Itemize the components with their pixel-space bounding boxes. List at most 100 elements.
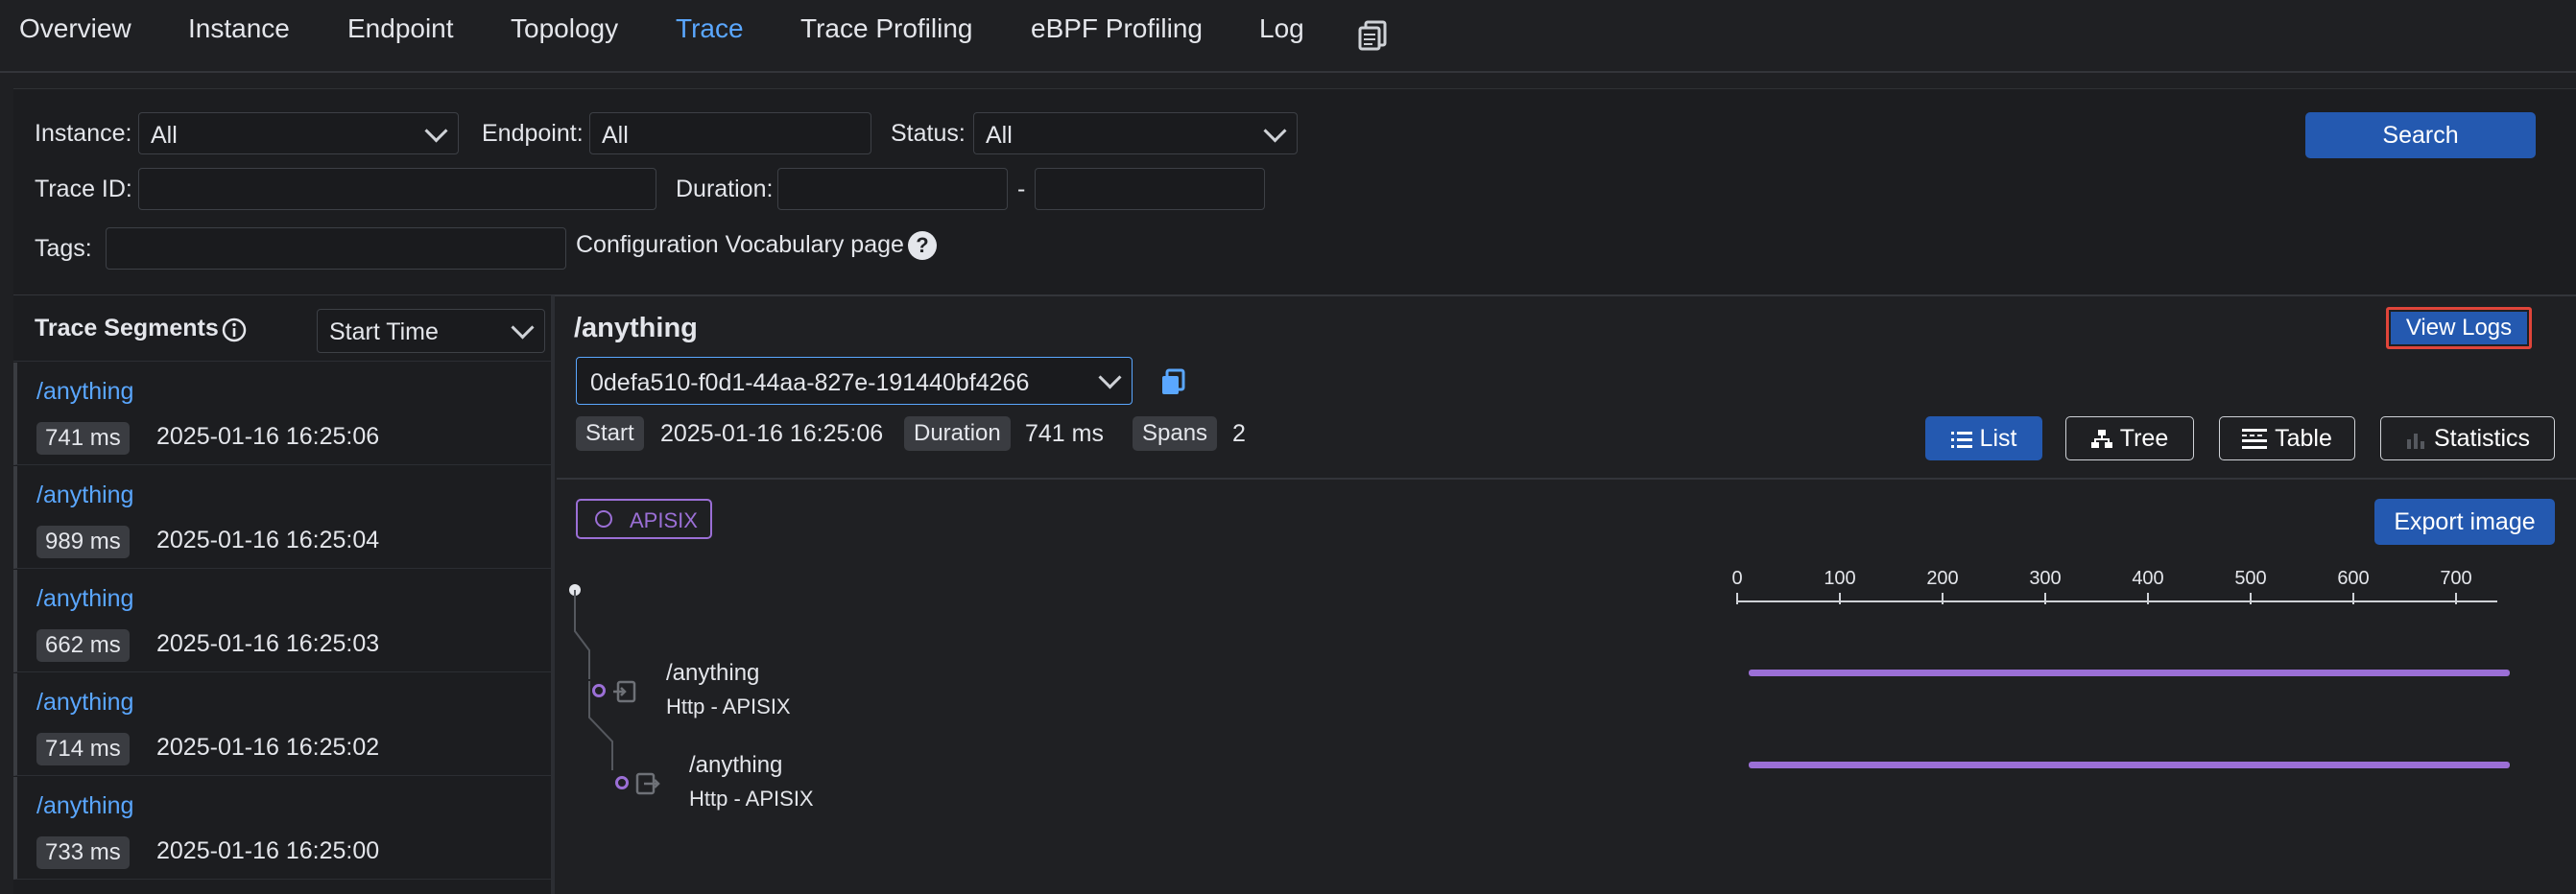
span-dot	[614, 775, 630, 795]
circle-icon	[595, 510, 612, 528]
tree-view-label: Tree	[2119, 425, 2169, 452]
tab-ebpf-profiling[interactable]: eBPF Profiling	[1031, 13, 1203, 44]
duration-badge: 714 ms	[36, 733, 130, 765]
span-name[interactable]: /anything	[689, 752, 782, 779]
chevron-down-icon	[1098, 365, 1122, 389]
axis-tick-label: 400	[2132, 568, 2164, 589]
tree-view-button[interactable]: Tree	[2065, 416, 2194, 460]
duration-tag: Duration	[904, 416, 1011, 451]
sort-value: Start Time	[329, 318, 439, 345]
segment-time: 2025-01-16 16:25:00	[156, 837, 380, 864]
sort-select[interactable]: Start Time	[317, 309, 545, 353]
table-view-label: Table	[2275, 425, 2332, 452]
duration-label: Duration:	[676, 176, 774, 202]
entry-span-icon	[612, 679, 637, 709]
list-item[interactable]: /anything 714 ms 2025-01-16 16:25:02	[13, 673, 555, 776]
vocabulary-link-text: Configuration Vocabulary page	[576, 231, 904, 258]
trace-id-select[interactable]: 0defa510-f0d1-44aa-827e-191440bf4266	[576, 357, 1133, 405]
vocabulary-link[interactable]: Configuration Vocabulary page?	[576, 231, 937, 261]
list-item[interactable]: /anything 989 ms 2025-01-16 16:25:04	[13, 466, 555, 569]
list-item[interactable]: /anything 741 ms 2025-01-16 16:25:06	[13, 363, 555, 465]
segment-time: 2025-01-16 16:25:06	[156, 423, 380, 450]
span-dot	[591, 683, 607, 703]
trace-id-selected: 0defa510-f0d1-44aa-827e-191440bf4266	[590, 369, 1030, 396]
duration-badge: 989 ms	[36, 526, 130, 558]
service-name: APISIX	[630, 508, 698, 532]
axis-tick-mark	[2455, 593, 2457, 604]
bar-chart-icon	[2406, 434, 2424, 450]
segment-endpoint[interactable]: /anything	[36, 585, 133, 613]
axis-tick-mark	[2147, 593, 2149, 604]
statistics-view-button[interactable]: Statistics	[2380, 416, 2555, 460]
table-icon	[2242, 429, 2268, 450]
segment-time: 2025-01-16 16:25:02	[156, 734, 380, 761]
trace-segments-title: Trace Segments	[35, 315, 219, 341]
view-logs-button[interactable]: View Logs	[2391, 312, 2527, 344]
tab-instance[interactable]: Instance	[188, 13, 290, 44]
segment-endpoint[interactable]: /anything	[36, 482, 133, 509]
axis-tick-label: 600	[2337, 568, 2370, 589]
duration-badge: 733 ms	[36, 836, 130, 869]
copy-trace-id-icon[interactable]	[1159, 368, 1186, 402]
list-item[interactable]: /anything 733 ms 2025-01-16 16:25:00	[13, 777, 555, 880]
info-icon	[221, 317, 248, 348]
service-legend[interactable]: APISIX	[576, 499, 712, 539]
axis-tick-mark	[2352, 593, 2354, 604]
duration-min-input[interactable]	[777, 168, 1008, 210]
table-view-button[interactable]: Table	[2219, 416, 2355, 460]
start-value: 2025-01-16 16:25:06	[660, 420, 884, 447]
status-select[interactable]: All	[973, 112, 1298, 154]
list-view-label: List	[1979, 425, 2017, 452]
trace-id-input[interactable]	[138, 168, 656, 210]
statistics-view-label: Statistics	[2433, 425, 2531, 452]
tags-input[interactable]	[106, 227, 566, 270]
trace-filter-panel: Instance: All Endpoint: All Status: All …	[13, 88, 2576, 296]
tab-trace-profiling[interactable]: Trace Profiling	[800, 13, 972, 44]
endpoint-input[interactable]: All	[589, 112, 871, 154]
status-value: All	[986, 122, 1013, 149]
search-button[interactable]: Search	[2305, 112, 2536, 158]
trace-detail-panel: /anything View Logs 0defa510-f0d1-44aa-8…	[557, 295, 2576, 894]
axis-tick-label: 200	[1926, 568, 1959, 589]
segment-time: 2025-01-16 16:25:03	[156, 630, 380, 657]
instance-select[interactable]: All	[138, 112, 459, 154]
segment-endpoint[interactable]: /anything	[36, 689, 133, 717]
copy-icon[interactable]	[1357, 19, 1390, 57]
tab-log[interactable]: Log	[1259, 13, 1304, 44]
duration-badge: 662 ms	[36, 629, 130, 662]
axis-tick-mark	[2044, 593, 2046, 604]
duration-max-input[interactable]	[1035, 168, 1265, 210]
spans-value: 2	[1232, 420, 1246, 447]
span-duration-bar[interactable]	[1749, 670, 2510, 676]
endpoint-value: All	[602, 122, 629, 149]
help-icon[interactable]: ?	[907, 231, 937, 261]
timeline-axis: 0 100 200 300 400 500 600 700	[1731, 566, 2507, 608]
tab-endpoint[interactable]: Endpoint	[347, 13, 454, 44]
segment-endpoint[interactable]: /anything	[36, 378, 133, 406]
trace-segments-panel: Trace Segments Start Time /anything 741 …	[13, 295, 555, 894]
span-duration-bar[interactable]	[1749, 762, 2510, 768]
chevron-down-icon	[1263, 119, 1287, 143]
axis-tick-label: 100	[1824, 568, 1856, 589]
span-tree-connectors	[569, 584, 613, 770]
duration-value: 741 ms	[1025, 420, 1104, 447]
tree-icon	[2090, 430, 2112, 449]
trace-id-label: Trace ID:	[35, 176, 132, 202]
list-view-button[interactable]: List	[1925, 416, 2042, 460]
list-item[interactable]: /anything 662 ms 2025-01-16 16:25:03	[13, 570, 555, 672]
segment-time: 2025-01-16 16:25:04	[156, 527, 380, 553]
export-image-button[interactable]: Export image	[2374, 499, 2555, 545]
axis-tick-mark	[1942, 593, 1944, 604]
divider	[557, 478, 2576, 480]
tags-label: Tags:	[35, 235, 92, 262]
tab-trace[interactable]: Trace	[676, 13, 744, 44]
exit-span-icon	[635, 771, 660, 801]
span-name[interactable]: /anything	[666, 660, 759, 687]
tab-overview[interactable]: Overview	[19, 13, 131, 44]
endpoint-label: Endpoint:	[482, 120, 584, 147]
span-detail: Http - APISIX	[689, 787, 814, 811]
axis-tick-mark	[1736, 593, 1738, 604]
list-icon	[1950, 432, 1972, 449]
segment-endpoint[interactable]: /anything	[36, 792, 133, 820]
tab-topology[interactable]: Topology	[511, 13, 618, 44]
